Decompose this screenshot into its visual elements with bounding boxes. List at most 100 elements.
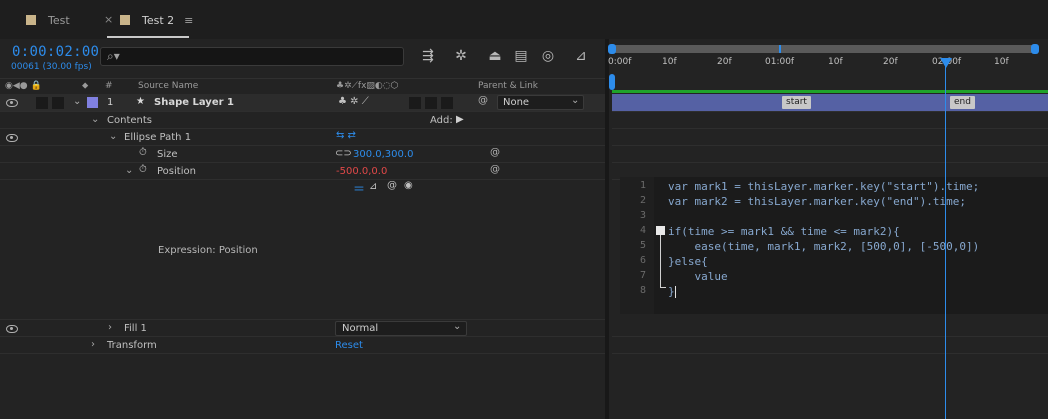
code-line: var mark2 = thisLayer.marker.key("end").… — [668, 195, 967, 208]
current-time-display[interactable]: 0:00:02:00 — [12, 44, 99, 60]
marker-start[interactable]: start — [782, 96, 811, 109]
track-row — [612, 337, 1048, 354]
motion-blur-icon[interactable]: ◎ — [538, 47, 558, 65]
layer-number: 1 — [107, 97, 114, 108]
comp-start-handle[interactable] — [609, 74, 615, 90]
add-menu-icon[interactable]: ▶ — [456, 114, 464, 125]
visibility-eye-icon[interactable] — [6, 325, 18, 333]
frame-count: 00061 (30.00 fps) — [11, 62, 92, 72]
lock-toggle[interactable] — [52, 97, 64, 109]
composition-mini-flowchart-icon[interactable]: ⇶ — [418, 47, 438, 65]
graph-editor-icon[interactable]: ⊿ — [571, 47, 591, 65]
layer-name[interactable]: Shape Layer 1 — [154, 97, 234, 108]
size-value[interactable]: 300.0,300.0 — [353, 149, 413, 160]
pickwhip-icon[interactable]: @ — [387, 180, 397, 191]
tab-test-2[interactable]: Test 2 ≡ — [120, 12, 193, 28]
blend-mode-dropdown[interactable]: Normal ⌄ — [335, 321, 467, 336]
switch-box[interactable] — [425, 97, 437, 109]
parent-dropdown[interactable]: None ⌄ — [497, 95, 584, 110]
reset-link[interactable]: Reset — [335, 340, 363, 351]
line-number: 3 — [639, 210, 646, 221]
blend-mode-value: Normal — [342, 323, 379, 334]
position-row[interactable]: ⌄ ⏱ Position -500.0,0.0 @ — [0, 163, 605, 180]
path-direction-icon[interactable]: ⇆ ⇄ — [336, 130, 356, 141]
menu-icon[interactable]: ≡ — [184, 14, 193, 27]
work-area-end-handle[interactable] — [1031, 44, 1039, 54]
ruler-label: 10f — [828, 57, 843, 67]
line-number: 1 — [639, 180, 646, 191]
chevron-right-icon[interactable]: › — [108, 322, 112, 333]
position-label: Position — [157, 166, 196, 177]
ruler-label: 10f — [662, 57, 677, 67]
parent-value: None — [503, 97, 530, 108]
line-number: 5 — [639, 240, 646, 251]
expression-language-menu-icon[interactable]: ◉ — [404, 180, 413, 191]
track-row — [612, 146, 1048, 163]
layer-row[interactable]: ⌄ 1 ★ Shape Layer 1 ♣ ✲ ⟋ @ None ⌄ — [0, 94, 605, 112]
work-area-bar[interactable] — [608, 44, 1039, 54]
chevron-down-icon: ⌄ — [571, 95, 580, 106]
ellipse-path-row[interactable]: ⌄ Ellipse Path 1 ⇆ ⇄ — [0, 129, 605, 146]
frame-blending-icon[interactable]: ▤ — [511, 47, 531, 65]
expression-label: Expression: Position — [158, 245, 258, 256]
line-number: 8 — [639, 285, 646, 296]
size-row[interactable]: ⏱ Size ⊂⊃ 300.0,300.0 @ — [0, 146, 605, 163]
column-source-name[interactable]: Source Name — [138, 81, 198, 91]
switch-box[interactable] — [441, 97, 453, 109]
code-line: } — [668, 285, 675, 298]
code-line: ease(time, mark1, mark2, [500,0], [-500,… — [668, 240, 980, 253]
fill-row[interactable]: › Fill 1 Normal ⌄ — [0, 320, 605, 337]
marker-end[interactable]: end — [950, 96, 975, 109]
comp-swatch-icon — [120, 15, 130, 25]
tab-label: Test — [48, 13, 70, 27]
fold-guide — [660, 235, 661, 288]
chevron-down-icon[interactable]: ⌄ — [91, 114, 99, 125]
code-line: if(time >= mark1 && time <= mark2){ — [668, 225, 900, 238]
ruler-label: 20f — [717, 57, 732, 67]
tab-bar: Test × Test 2 ≡ — [0, 0, 1048, 39]
star-icon: ★ — [136, 96, 145, 107]
visibility-eye-icon[interactable] — [6, 99, 18, 107]
switch-box[interactable] — [409, 97, 421, 109]
fold-toggle-icon[interactable] — [656, 226, 665, 235]
av-features-icons: ◉◀● 🔒 — [5, 81, 42, 91]
track-row — [612, 320, 1048, 337]
work-area-start-handle[interactable] — [608, 44, 616, 54]
line-number: 2 — [639, 195, 646, 206]
transform-row[interactable]: › Transform Reset — [0, 337, 605, 354]
active-tab-indicator — [107, 36, 189, 38]
constrain-link-icon[interactable]: ⊂⊃ — [335, 148, 352, 159]
enable-expression-icon[interactable]: ＝ — [353, 180, 365, 197]
chevron-right-icon[interactable]: › — [91, 339, 95, 350]
ruler-label: 0:00f — [608, 57, 632, 67]
chevron-down-icon[interactable]: ⌄ — [73, 96, 81, 107]
chevron-down-icon[interactable]: ⌄ — [109, 131, 117, 142]
chevron-down-icon[interactable]: ⌄ — [125, 165, 133, 176]
pickwhip-icon[interactable]: @ — [490, 147, 500, 158]
layer-switches-icons[interactable]: ♣ ✲ ⟋ — [338, 96, 369, 107]
position-value[interactable]: -500.0,0.0 — [336, 166, 387, 177]
search-input[interactable]: ⌕▾ — [100, 47, 404, 66]
chevron-down-icon: ⌄ — [453, 321, 462, 332]
switches-icons: ♣✲⟋fx▨◐◌⬡ — [336, 81, 399, 91]
layer-duration-bar[interactable]: start end — [612, 94, 1048, 112]
audio-toggle[interactable] — [36, 97, 48, 109]
close-icon[interactable]: × — [104, 13, 113, 26]
shy-layers-icon[interactable]: ⏏ — [485, 47, 505, 65]
track-row — [612, 129, 1048, 146]
contents-row[interactable]: ⌄ Contents Add: ▶ — [0, 112, 605, 129]
column-parent-link: Parent & Link — [478, 81, 538, 91]
time-ruler[interactable]: 0:00f 10f 20f 01:00f 10f 20f 02:00f 10f — [608, 55, 1048, 77]
label-color-swatch[interactable] — [87, 97, 98, 108]
pickwhip-icon[interactable]: @ — [478, 95, 488, 106]
stopwatch-icon[interactable]: ⏱ — [139, 164, 147, 175]
draft-3d-icon[interactable]: ✲ — [451, 47, 471, 65]
add-label: Add: — [430, 115, 453, 126]
expression-editor[interactable]: 1 2 3 4 5 6 7 8 var mark1 = thisLayer.ma… — [620, 177, 1048, 314]
playhead-handle[interactable] — [940, 58, 952, 68]
tab-test[interactable]: Test — [26, 12, 70, 28]
graph-icon[interactable]: ⊿ — [369, 181, 377, 192]
stopwatch-icon[interactable]: ⏱ — [139, 147, 147, 158]
visibility-eye-icon[interactable] — [6, 134, 18, 142]
pickwhip-icon[interactable]: @ — [490, 164, 500, 175]
